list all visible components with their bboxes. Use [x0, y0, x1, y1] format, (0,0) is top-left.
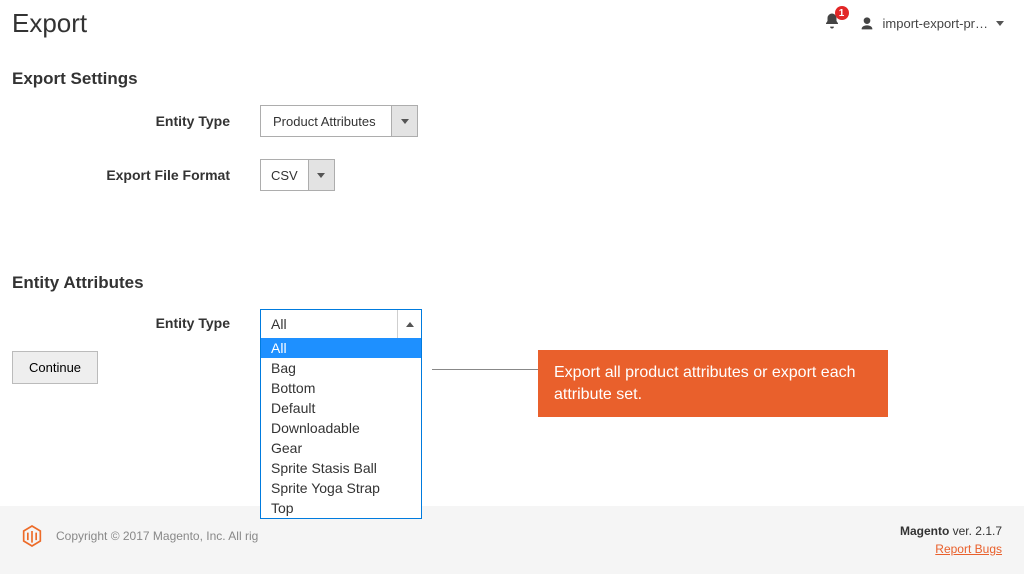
user-label: import-export-pr… — [883, 16, 988, 31]
attr-entity-type-select[interactable]: All AllBagBottomDefaultDownloadableGearS… — [260, 309, 422, 339]
page-header: Export 1 import-export-pr… — [0, 0, 1024, 49]
chevron-up-icon — [406, 322, 414, 327]
user-menu[interactable]: import-export-pr… — [859, 16, 1004, 32]
entity-type-value: Product Attributes — [261, 106, 391, 136]
version-text: Magento ver. 2.1.7 — [900, 524, 1002, 538]
dropdown-option[interactable]: Bag — [261, 358, 421, 378]
export-settings-heading: Export Settings — [0, 49, 1024, 105]
notifications-button[interactable]: 1 — [823, 12, 841, 35]
footer-left: Copyright © 2017 Magento, Inc. All rig — [22, 524, 258, 548]
chevron-down-icon — [996, 21, 1004, 26]
file-format-select[interactable]: CSV — [260, 159, 335, 191]
header-actions: 1 import-export-pr… — [823, 12, 1004, 35]
version-number: ver. 2.1.7 — [949, 524, 1002, 538]
callout-connector — [432, 369, 540, 370]
user-icon — [859, 16, 875, 32]
report-bugs-link[interactable]: Report Bugs — [935, 542, 1002, 556]
attr-entity-type-dropdown[interactable]: AllBagBottomDefaultDownloadableGearSprit… — [260, 338, 422, 519]
footer: Copyright © 2017 Magento, Inc. All rig M… — [0, 506, 1024, 574]
entity-type-label: Entity Type — [0, 113, 260, 129]
footer-right: Magento ver. 2.1.7 Report Bugs — [900, 524, 1002, 556]
dropdown-option[interactable]: Downloadable — [261, 418, 421, 438]
callout-text: Export all product attributes or export … — [554, 364, 856, 403]
brand-name: Magento — [900, 524, 949, 538]
attr-entity-type-value: All — [261, 310, 397, 338]
callout-box: Export all product attributes or export … — [538, 350, 888, 417]
file-format-row: Export File Format CSV — [0, 159, 1024, 191]
attr-entity-type-row: Entity Type All AllBagBottomDefaultDownl… — [0, 309, 1024, 339]
copyright-text: Copyright © 2017 Magento, Inc. All rig — [56, 529, 258, 543]
attr-entity-type-label: Entity Type — [0, 309, 260, 331]
dropdown-option[interactable]: Sprite Stasis Ball — [261, 458, 421, 478]
dropdown-option[interactable]: Sprite Yoga Strap — [261, 478, 421, 498]
file-format-value: CSV — [261, 160, 308, 190]
chevron-down-icon — [317, 173, 325, 178]
magento-logo-icon — [22, 524, 42, 548]
dropdown-option[interactable]: All — [261, 338, 421, 358]
file-format-select-toggle[interactable] — [308, 160, 334, 190]
file-format-label: Export File Format — [0, 167, 260, 183]
attr-entity-type-toggle[interactable] — [397, 310, 421, 338]
entity-type-row: Entity Type Product Attributes — [0, 105, 1024, 137]
dropdown-option[interactable]: Default — [261, 398, 421, 418]
notification-badge: 1 — [835, 6, 849, 20]
chevron-down-icon — [401, 119, 409, 124]
dropdown-option[interactable]: Bottom — [261, 378, 421, 398]
page-title: Export — [12, 8, 87, 39]
continue-button[interactable]: Continue — [12, 351, 98, 384]
dropdown-option[interactable]: Gear — [261, 438, 421, 458]
entity-attributes-heading: Entity Attributes — [0, 213, 1024, 309]
entity-type-select-toggle[interactable] — [391, 106, 417, 136]
entity-type-select[interactable]: Product Attributes — [260, 105, 418, 137]
dropdown-option[interactable]: Top — [261, 498, 421, 518]
